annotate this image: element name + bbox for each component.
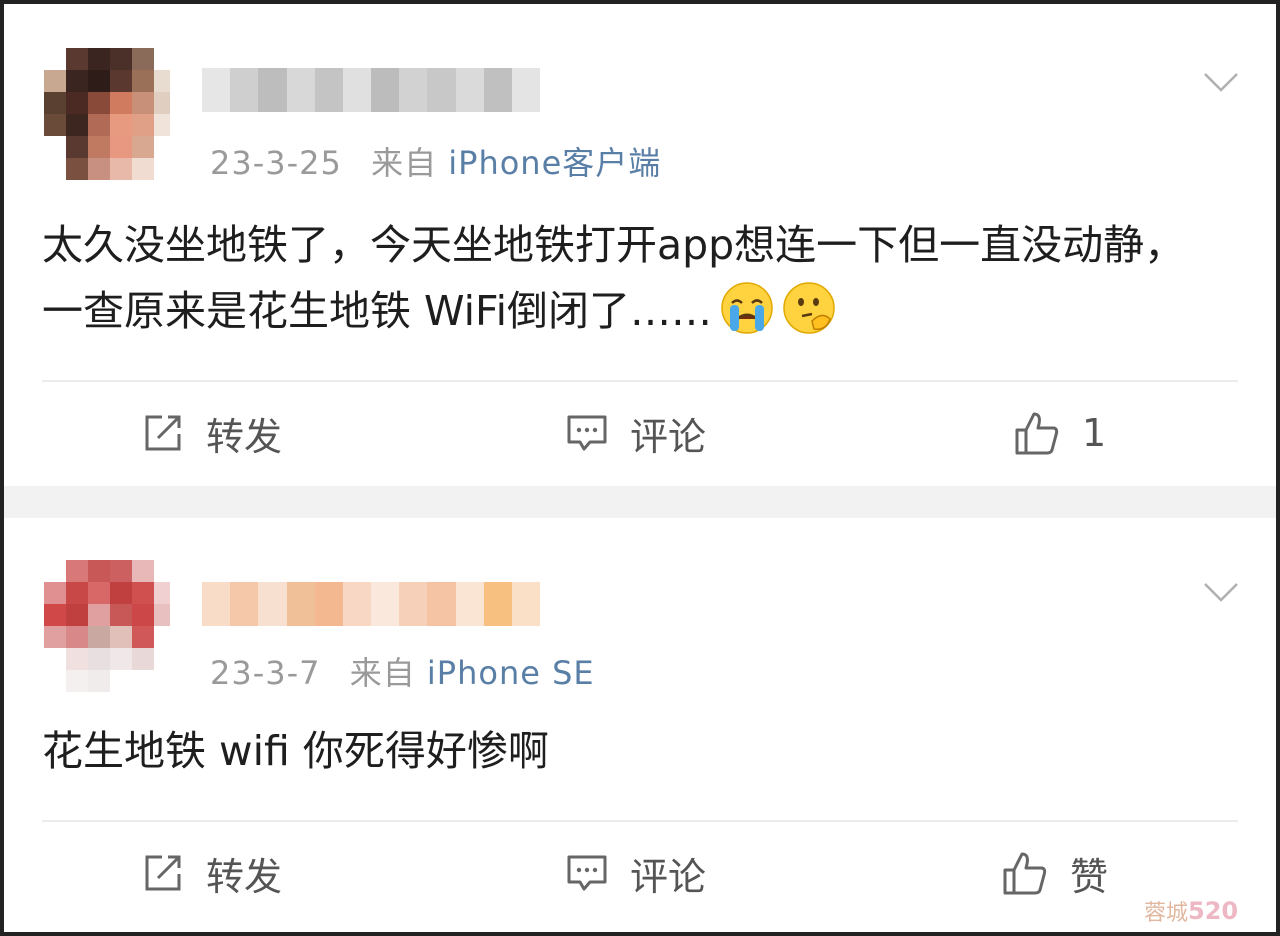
like-button[interactable]: 赞: [1002, 848, 1109, 899]
username-blurred[interactable]: [202, 68, 541, 112]
thumbs-up-icon: [1015, 412, 1059, 455]
comment-label: 评论: [630, 854, 707, 899]
comment-label: 评论: [630, 414, 707, 459]
post-card: 23-3-7 来自 iPhone SE 花生地铁 wifi 你死得好惨啊 转发 …: [4, 518, 1276, 932]
thumbs-up-icon: [1003, 852, 1047, 895]
share-icon: [145, 855, 181, 891]
comment-button[interactable]: 评论: [566, 848, 707, 899]
repost-button[interactable]: 转发: [142, 848, 283, 899]
crying-emoji-icon: [721, 282, 773, 334]
like-button[interactable]: 1: [1014, 408, 1106, 458]
feed: 23-3-25 来自 iPhone客户端 太久没坐地铁了，今天坐地铁打开app想…: [4, 4, 1276, 932]
repost-button[interactable]: 转发: [142, 408, 283, 459]
chevron-down-icon[interactable]: [1202, 572, 1240, 610]
like-label: 赞: [1070, 854, 1109, 899]
username-blurred[interactable]: [202, 582, 541, 626]
thinking-emoji-icon: [783, 282, 835, 334]
comment-icon: [567, 855, 607, 891]
comment-button[interactable]: 评论: [566, 408, 707, 459]
chevron-down-icon[interactable]: [1202, 62, 1240, 100]
avatar[interactable]: [44, 48, 170, 180]
post-content: 花生地铁 wifi 你死得好惨啊: [42, 727, 549, 775]
source-prefix: 来自: [349, 654, 416, 692]
like-count: 1: [1082, 411, 1107, 455]
divider: [42, 380, 1238, 382]
comment-icon: [567, 415, 607, 451]
share-icon: [145, 415, 181, 451]
source-prefix: 来自: [371, 144, 438, 182]
repost-label: 转发: [206, 854, 283, 899]
avatar[interactable]: [44, 560, 170, 692]
post-meta: 23-3-25 来自 iPhone客户端: [210, 138, 661, 184]
repost-label: 转发: [206, 414, 283, 459]
timestamp: 23-3-25: [210, 144, 342, 182]
timestamp: 23-3-7: [210, 654, 321, 692]
post-meta: 23-3-7 来自 iPhone SE: [210, 648, 595, 694]
post-content: 太久没坐地铁了，今天坐地铁打开app想连一下但一直没动静，一查原来是花生地铁 W…: [42, 221, 1186, 335]
source-link[interactable]: iPhone SE: [427, 654, 595, 692]
watermark: 蓉城 520: [1144, 897, 1239, 926]
divider: [42, 820, 1238, 822]
post-card: 23-3-25 来自 iPhone客户端 太久没坐地铁了，今天坐地铁打开app想…: [4, 4, 1276, 486]
source-link[interactable]: iPhone客户端: [448, 144, 661, 182]
